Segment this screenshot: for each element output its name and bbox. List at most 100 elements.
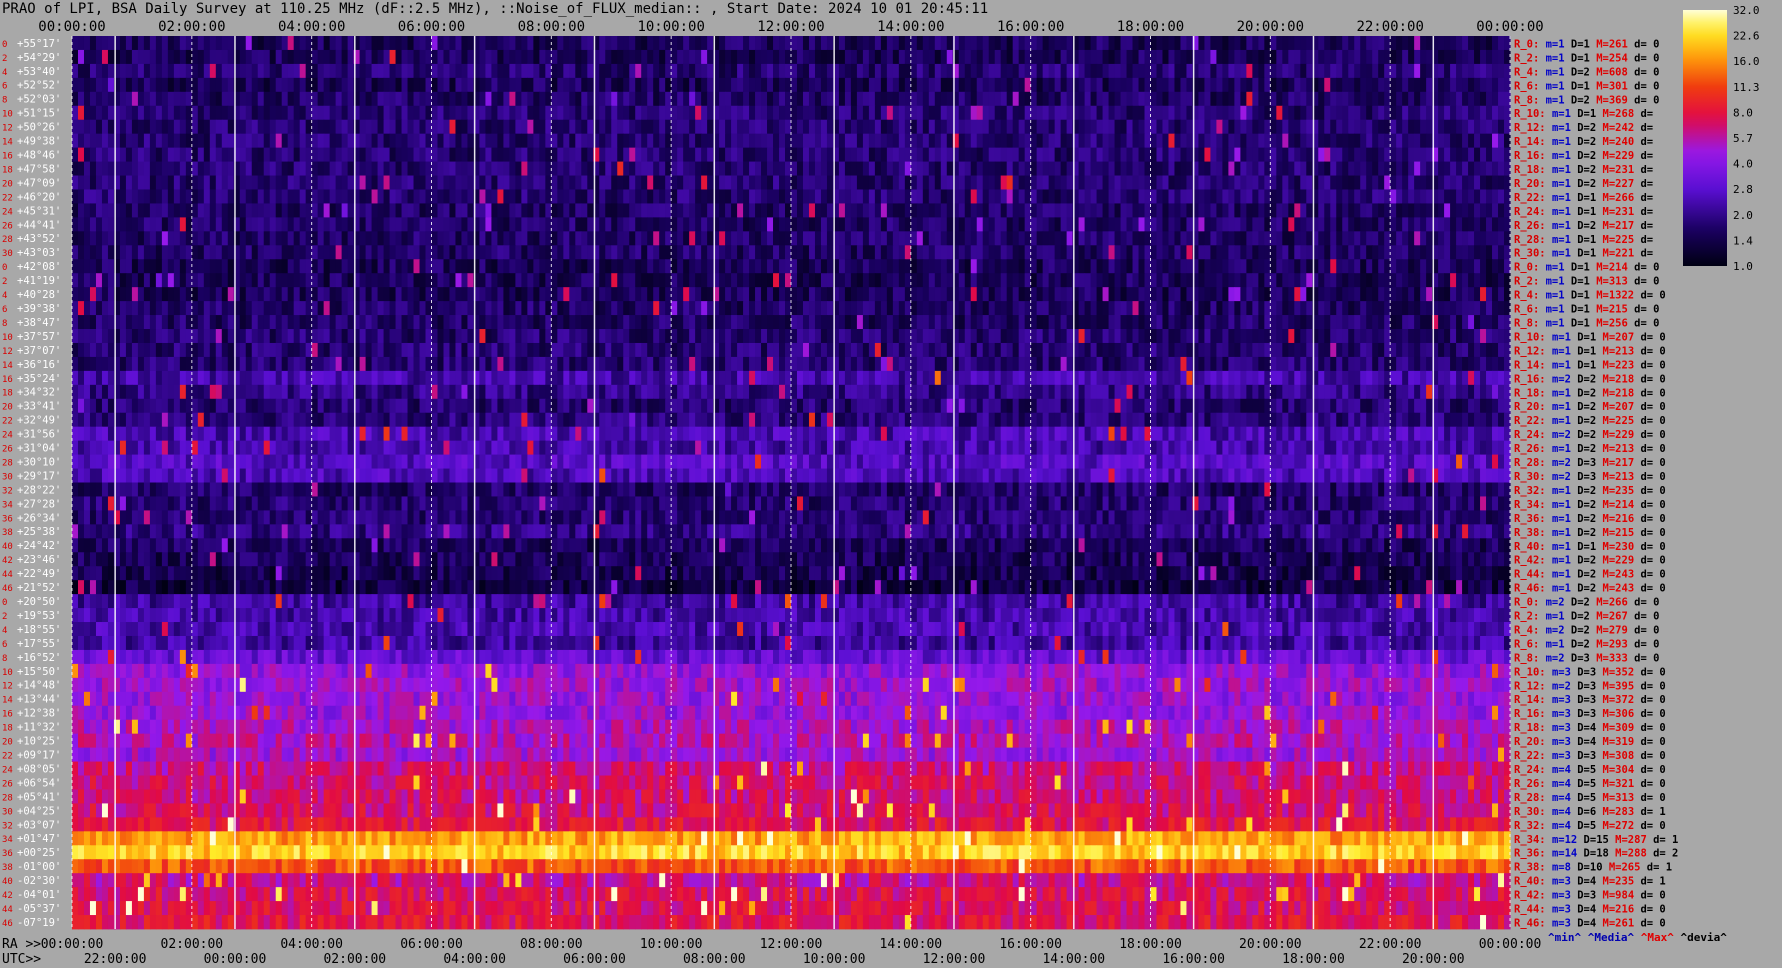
heatmap-cell [1426, 133, 1433, 149]
heatmap-cell [731, 161, 738, 176]
heatmap-cell [970, 315, 978, 330]
heatmap-cell [503, 287, 510, 302]
heatmap-cell [1384, 231, 1391, 246]
heatmap-cell [1126, 245, 1134, 260]
heatmap-cell [1444, 189, 1451, 204]
heatmap-cell [533, 63, 540, 79]
heatmap-cell [263, 161, 271, 176]
heatmap-cell [1282, 217, 1289, 232]
heatmap-cell [575, 119, 582, 135]
heatmap-cell [916, 301, 924, 316]
heatmap-cell [521, 287, 528, 302]
heatmap-cell [1414, 105, 1421, 121]
heatmap-cell [1078, 119, 1086, 135]
heatmap-cell [563, 287, 570, 302]
heatmap-cell [461, 231, 469, 246]
heatmap-cell [1252, 217, 1259, 232]
heatmap-cell [1342, 301, 1349, 316]
heatmap-cell [767, 273, 774, 288]
heatmap-cell [281, 161, 289, 176]
heatmap-cell [647, 301, 654, 316]
heatmap-cell [1282, 175, 1289, 190]
heatmap-cell [1240, 105, 1247, 121]
heatmap-cell [1012, 287, 1020, 302]
heatmap-cell [725, 231, 732, 246]
heatmap-cell [635, 287, 642, 302]
heatmap-cell [503, 63, 510, 79]
heatmap-cell [1048, 49, 1056, 65]
heatmap-cell [773, 49, 780, 65]
heatmap-cell [773, 161, 780, 176]
heatmap-cell [329, 119, 337, 135]
heatmap-cell [1360, 189, 1367, 204]
heatmap-cell [1450, 105, 1457, 121]
heatmap-cell [227, 133, 235, 149]
heatmap-cell [1420, 49, 1427, 65]
heatmap-cell [1108, 105, 1116, 121]
heatmap-cell [239, 245, 247, 260]
heatmap-cell [569, 161, 576, 176]
heatmap-cell [767, 119, 774, 135]
heatmap-cell [749, 203, 756, 218]
heatmap-cell [1390, 49, 1397, 65]
heatmap-cell [323, 91, 331, 107]
heatmap-cell [1006, 133, 1014, 149]
heatmap-cell [461, 273, 469, 288]
heatmap-cell [958, 189, 966, 204]
heatmap-cell [1492, 301, 1499, 316]
heatmap-cell [910, 301, 918, 316]
heatmap-cell [509, 189, 516, 204]
heatmap-cell [1486, 301, 1493, 316]
heatmap-cell [527, 161, 534, 176]
heatmap-cell [982, 217, 990, 232]
heatmap-cell [209, 49, 217, 65]
heatmap-cell [910, 63, 918, 79]
heatmap-cell [725, 133, 732, 149]
heatmap-cell [335, 133, 343, 149]
heatmap-cell [293, 49, 301, 65]
heatmap-cell [617, 273, 624, 288]
heatmap-cell [1258, 175, 1265, 190]
heatmap-cell [1090, 175, 1098, 190]
heatmap-cell [1426, 147, 1433, 162]
heatmap-cell [107, 77, 115, 93]
heatmap-cell [1306, 301, 1313, 316]
heatmap-cell [671, 287, 678, 302]
heatmap-cell [521, 315, 528, 330]
heatmap-cell [808, 133, 816, 149]
heatmap-cell [820, 91, 828, 107]
heatmap-cell [539, 315, 546, 330]
heatmap-cell [227, 36, 235, 51]
heatmap-cell [1054, 36, 1062, 51]
heatmap-cell [317, 105, 325, 121]
heatmap-cell [1270, 77, 1277, 93]
heatmap-cell [335, 259, 343, 274]
heatmap-cell [1366, 273, 1373, 288]
heatmap-cell [605, 259, 612, 274]
heatmap-cell [1420, 287, 1427, 302]
heatmap-cell [251, 36, 259, 51]
heatmap-cell [1366, 217, 1373, 232]
heatmap-cell [371, 175, 379, 190]
heatmap-cell [1150, 175, 1158, 190]
heatmap-cell [329, 91, 337, 107]
heatmap-cell [215, 245, 223, 260]
heatmap-cell [844, 105, 852, 121]
heatmap-cell [1270, 119, 1277, 135]
heatmap-cell [587, 231, 594, 246]
heatmap-cell [1216, 259, 1223, 274]
heatmap-cell [443, 259, 451, 274]
heatmap-cell [1486, 203, 1493, 218]
heatmap-cell [1288, 273, 1295, 288]
heatmap-cell [365, 147, 373, 162]
heatmap-cell [467, 217, 475, 232]
heatmap-cell [599, 189, 606, 204]
heatmap-cell [1468, 161, 1475, 176]
heatmap-cell [892, 119, 900, 135]
heatmap-cell [467, 161, 475, 176]
heatmap-cell [467, 63, 475, 79]
heatmap-cell [599, 36, 606, 51]
heatmap-cell [395, 63, 403, 79]
heatmap-cell [1246, 301, 1253, 316]
heatmap-cell [1198, 147, 1206, 162]
